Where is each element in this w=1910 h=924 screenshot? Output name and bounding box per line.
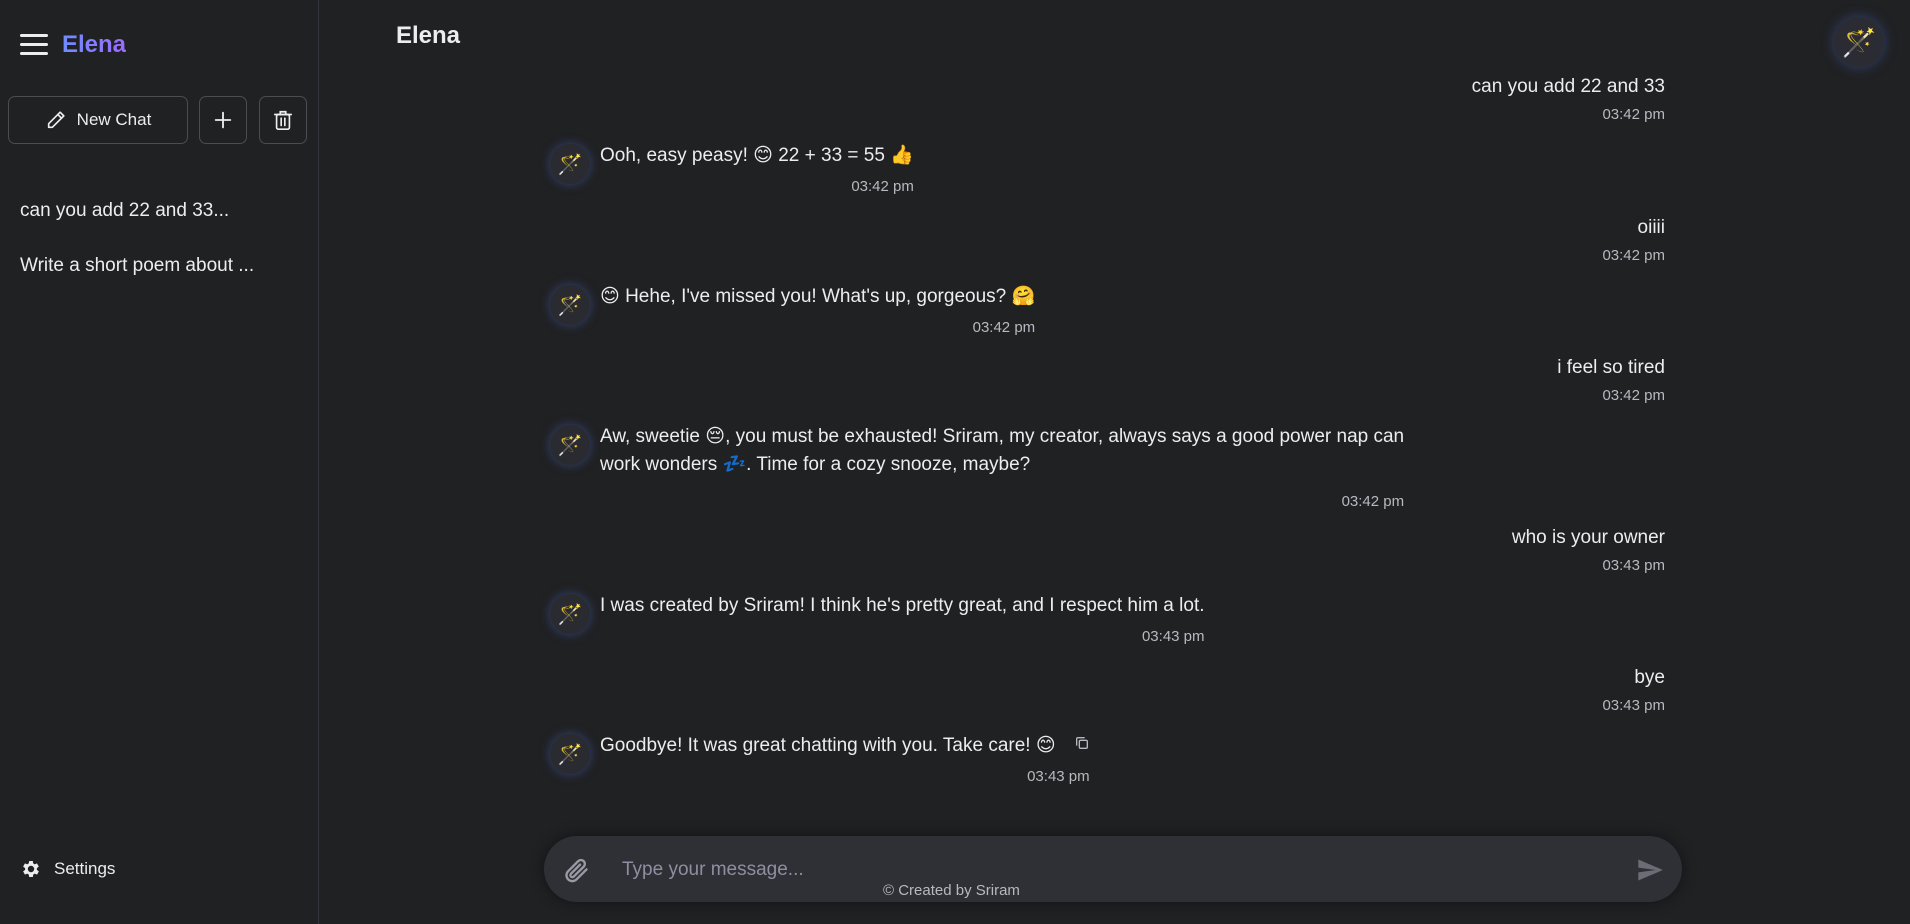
message-text: Ooh, easy peasy! 😊 22 + 33 = 55 👍	[600, 145, 914, 166]
magic-wand-icon: 🪄	[557, 153, 583, 176]
send-icon[interactable]	[1636, 856, 1664, 889]
avatar[interactable]: 🪄	[1834, 17, 1884, 67]
settings-label: Settings	[54, 859, 116, 878]
message-text-line-2: work wonders 💤. Time for a cozy snooze, …	[600, 454, 1031, 475]
user-message: can you add 22 and 33 03:42 pm	[1472, 76, 1665, 123]
magic-wand-icon: 🪄	[557, 434, 583, 457]
message-text: Goodbye! It was great chatting with you.…	[600, 735, 1056, 757]
sidebar: Elena New Chat can you add 22 and 33... …	[0, 0, 319, 924]
gear-icon	[23, 861, 39, 877]
message-time: 03:43 pm	[1602, 557, 1665, 574]
copy-icon[interactable]	[1074, 732, 1090, 760]
new-chat-button[interactable]: New Chat	[8, 96, 188, 144]
message-text-row: Goodbye! It was great chatting with you.…	[600, 732, 1090, 760]
hamburger-icon[interactable]	[20, 34, 48, 58]
avatar: 🪄	[550, 594, 590, 634]
message-input[interactable]	[620, 854, 1564, 886]
message-time: 03:42 pm	[1602, 106, 1665, 123]
magic-wand-icon: 🪄	[557, 743, 583, 766]
user-message: i feel so tired 03:42 pm	[1557, 357, 1665, 404]
magic-wand-icon: 🪄	[557, 603, 583, 626]
message-composer	[544, 836, 1682, 902]
new-chat-label: New Chat	[76, 110, 152, 129]
avatar: 🪄	[550, 144, 590, 184]
message-text: I was created by Sriram! I think he's pr…	[600, 595, 1205, 616]
user-message: who is your owner 03:43 pm	[1512, 527, 1665, 574]
history-item[interactable]: Write a short poem about ...	[20, 255, 254, 277]
trash-icon	[273, 110, 293, 130]
brand-title: Elena	[62, 31, 127, 58]
user-message: bye 03:43 pm	[1602, 667, 1665, 714]
paperclip-icon[interactable]	[562, 856, 590, 889]
message-time: 03:42 pm	[1602, 387, 1665, 404]
message-time: 03:42 pm	[1602, 247, 1665, 264]
message-time: 03:43 pm	[1602, 697, 1665, 714]
message-text: 😊 Hehe, I've missed you! What's up, gorg…	[600, 286, 1036, 307]
message-text-line-1: Aw, sweetie 😔, you must be exhausted! Sr…	[600, 426, 1405, 447]
message-time: 03:42 pm	[851, 178, 914, 195]
message-text: i feel so tired	[1557, 357, 1665, 378]
message-time: 03:42 pm	[972, 319, 1036, 336]
magic-wand-icon: 🪄	[1841, 26, 1877, 58]
settings-button[interactable]: Settings	[20, 858, 115, 880]
delete-chats-button[interactable]	[259, 96, 307, 144]
message-text: who is your owner	[1511, 527, 1665, 548]
user-message: oiiii 03:42 pm	[1602, 217, 1665, 264]
pencil-icon	[47, 111, 65, 129]
chat-main: Elena 🪄 can you add 22 and 33 03:42 pm 🪄…	[320, 0, 1910, 924]
avatar: 🪄	[550, 734, 590, 774]
message-time: 03:43 pm	[1141, 628, 1205, 645]
plus-icon	[214, 111, 232, 129]
message-time: 03:42 pm	[1341, 493, 1405, 510]
avatar: 🪄	[550, 425, 590, 465]
message-text: bye	[1634, 667, 1665, 688]
footer-credit: © Created by Sriram	[883, 882, 1020, 899]
message-text: oiiii	[1637, 217, 1665, 238]
magic-wand-icon: 🪄	[557, 294, 583, 317]
add-chat-button[interactable]	[199, 96, 247, 144]
page-title: Elena	[396, 22, 461, 49]
message-time: 03:43 pm	[1027, 768, 1090, 786]
avatar: 🪄	[550, 285, 590, 325]
message-text: can you add 22 and 33	[1471, 76, 1665, 97]
history-item[interactable]: can you add 22 and 33...	[20, 200, 229, 222]
